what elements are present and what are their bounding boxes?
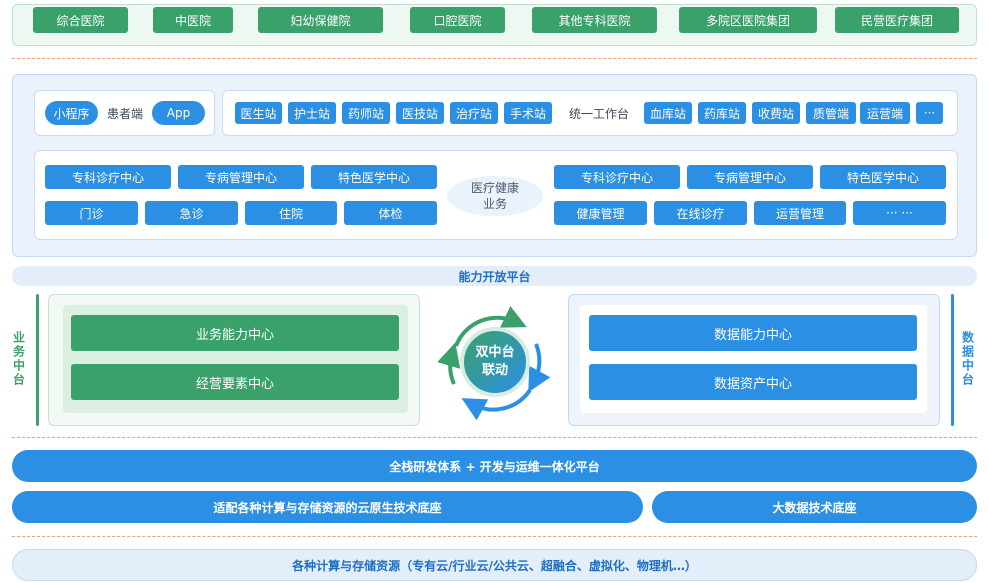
more-business-box: ··· ··· bbox=[853, 201, 946, 225]
station-blood-bank: 血库站 bbox=[644, 102, 692, 124]
station-quality: 质管端 bbox=[806, 102, 856, 124]
right-disease-center: 专病管理中心 bbox=[687, 165, 813, 189]
left-disease-center: 专病管理中心 bbox=[178, 165, 304, 189]
hospital-type-maternal: 妇幼保健院 bbox=[258, 7, 383, 33]
data-assets-center: 数据资产中心 bbox=[589, 364, 917, 400]
station-more: ··· bbox=[916, 102, 943, 124]
unified-workbench-label: 统一工作台 bbox=[568, 106, 629, 121]
mini-program-pill: 小程序 bbox=[45, 101, 98, 125]
operation-elements-center: 经营要素中心 bbox=[71, 364, 399, 400]
checkup-box: 体检 bbox=[344, 201, 437, 225]
right-feature-center: 特色医学中心 bbox=[820, 165, 946, 189]
hub-line2: 联动 bbox=[481, 363, 508, 378]
station-pharmacy-store: 药库站 bbox=[698, 102, 746, 124]
station-medtech: 医技站 bbox=[396, 102, 444, 124]
station-pharmacist: 药师站 bbox=[342, 102, 390, 124]
business-capability-center: 业务能力中心 bbox=[71, 315, 399, 351]
hospital-type-tcm: 中医院 bbox=[153, 7, 233, 33]
station-doctor: 医生站 bbox=[235, 102, 282, 124]
station-operations: 运营端 bbox=[860, 102, 910, 124]
emergency-box: 急诊 bbox=[145, 201, 238, 225]
app-pill: App bbox=[152, 101, 205, 125]
inpatient-box: 住院 bbox=[245, 201, 337, 225]
big-data-base-bar: 大数据技术底座 bbox=[652, 491, 977, 523]
station-nurse: 护士站 bbox=[288, 102, 336, 124]
divider-1 bbox=[12, 58, 977, 59]
hospital-type-general: 综合医院 bbox=[33, 7, 128, 33]
hospital-type-private: 民营医疗集团 bbox=[835, 7, 959, 33]
hub-line1: 双中台 bbox=[475, 345, 515, 360]
hospital-type-dental: 口腔医院 bbox=[410, 7, 505, 33]
station-surgery: 手术站 bbox=[504, 102, 552, 124]
right-specialty-center: 专科诊疗中心 bbox=[554, 165, 680, 189]
devops-platform-bar: 全栈研发体系 + 开发与运维一体化平台 bbox=[12, 450, 977, 482]
compute-storage-resources-bar: 各种计算与存储资源（专有云/行业云/公共云、超融合、虚拟化、物理机…） bbox=[12, 549, 977, 581]
divider-3 bbox=[12, 536, 977, 537]
divider-2 bbox=[12, 437, 977, 438]
cloud-native-base-bar: 适配各种计算与存储资源的云原生技术底座 bbox=[12, 491, 643, 523]
dual-platform-linkage-hub: 双中台 联动 bbox=[460, 327, 530, 397]
left-specialty-center: 专科诊疗中心 bbox=[45, 165, 171, 189]
business-middle-platform-label: 业务中台 bbox=[11, 331, 26, 387]
center-label-line1: 医疗健康 bbox=[470, 181, 519, 195]
left-side-rule bbox=[36, 294, 39, 426]
patient-end-label: 患者端 bbox=[106, 106, 143, 121]
hospital-type-specialty: 其他专科医院 bbox=[532, 7, 657, 33]
online-consult-box: 在线诊疗 bbox=[654, 201, 747, 225]
operation-management-box: 运营管理 bbox=[754, 201, 846, 225]
hospital-type-multi-campus: 多院区医院集团 bbox=[679, 7, 817, 33]
center-label-line2: 业务 bbox=[482, 197, 507, 211]
left-feature-center: 特色医学中心 bbox=[311, 165, 437, 189]
outpatient-box: 门诊 bbox=[45, 201, 138, 225]
health-management-box: 健康管理 bbox=[554, 201, 647, 225]
data-middle-platform-label: 数据中台 bbox=[960, 331, 975, 387]
right-side-rule bbox=[951, 294, 954, 426]
station-therapy: 治疗站 bbox=[450, 102, 498, 124]
data-capability-center: 数据能力中心 bbox=[589, 315, 917, 351]
medical-health-business-center: 医疗健康 业务 bbox=[447, 176, 543, 216]
capability-open-platform: 能力开放平台 bbox=[12, 266, 977, 286]
station-billing: 收费站 bbox=[752, 102, 800, 124]
